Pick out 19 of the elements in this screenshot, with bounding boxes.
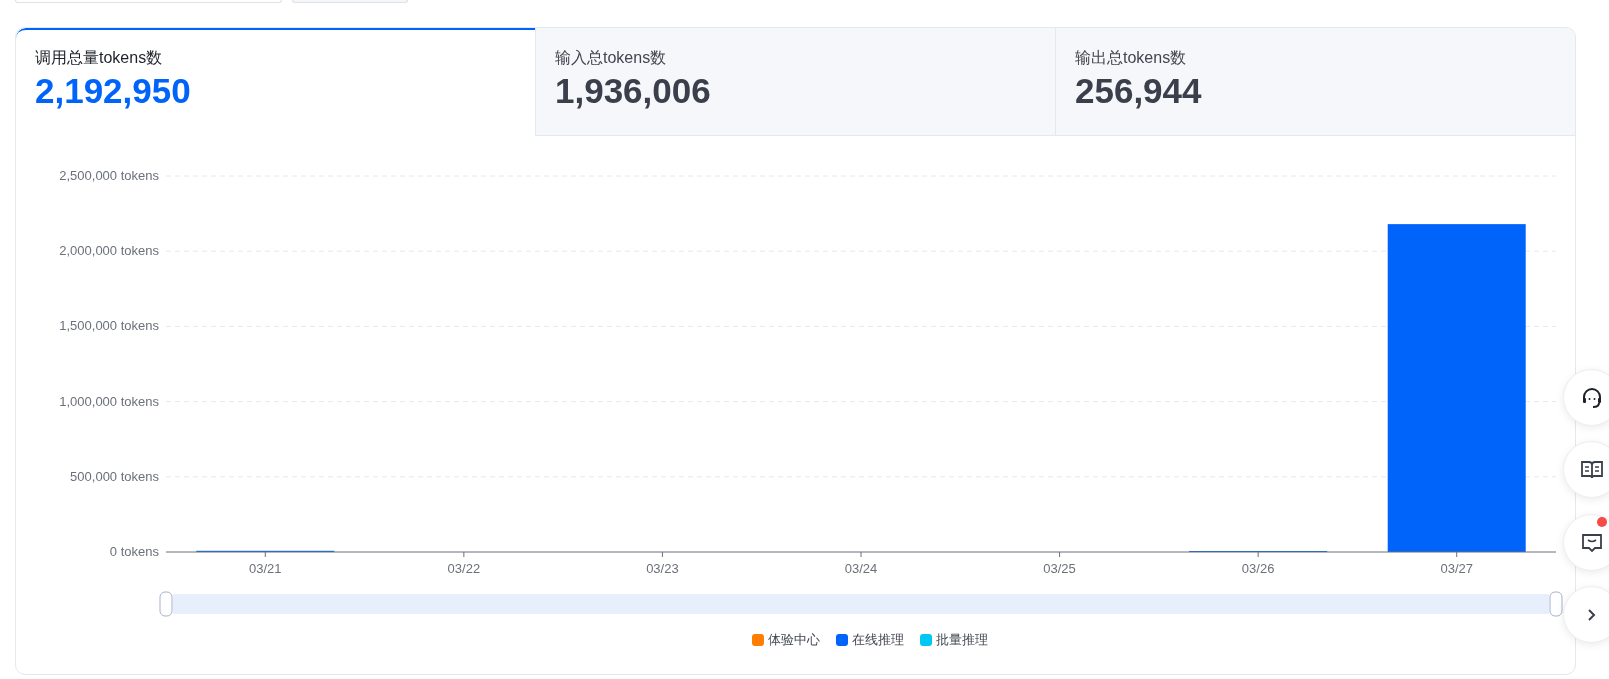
- y-axis-label: 1,000,000 tokens: [59, 393, 159, 409]
- x-axis-label: 03/23: [646, 561, 679, 576]
- y-axis-label: 0 tokens: [109, 544, 159, 559]
- stat-value: 1,936,006: [555, 70, 711, 112]
- x-axis-label: 03/22: [447, 561, 481, 576]
- y-axis-label: 2,000,000 tokens: [59, 243, 159, 259]
- x-axis-label: 03/27: [1440, 561, 1473, 576]
- x-axis-label: 03/24: [844, 561, 878, 576]
- y-axis-label: 1,500,000 tokens: [59, 318, 159, 334]
- stat-value: 256,944: [1075, 70, 1202, 112]
- stat-label: 调用总量tokens数: [35, 48, 163, 68]
- y-axis-label: 2,500,000 tokens: [59, 168, 159, 183]
- x-axis-label: 03/26: [1241, 561, 1275, 576]
- stat-value: 2,192,950: [35, 70, 191, 112]
- stat-label: 输出总tokens数: [1075, 48, 1187, 68]
- x-axis-label: 03/21: [249, 561, 282, 576]
- x-axis-label: 03/25: [1043, 561, 1076, 576]
- y-axis-label: 500,000 tokens: [70, 468, 159, 484]
- stat-label: 输入总tokens数: [555, 48, 667, 68]
